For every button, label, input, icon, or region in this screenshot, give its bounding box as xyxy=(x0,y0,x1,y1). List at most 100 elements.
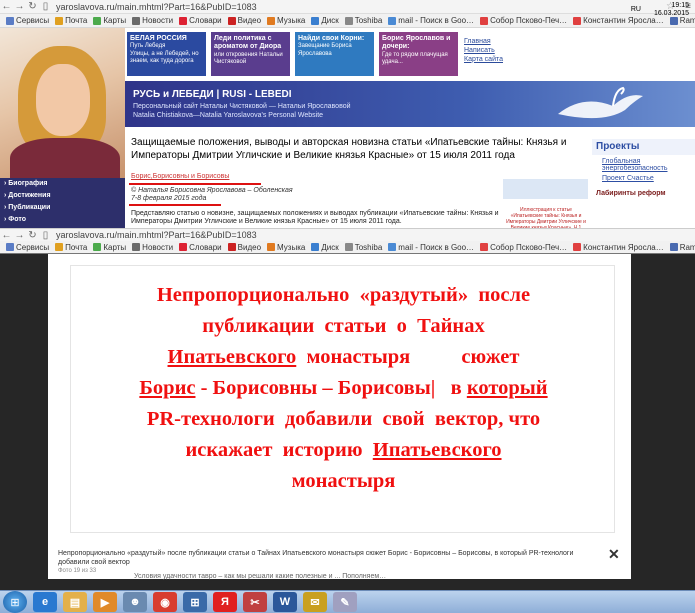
chrome-icon[interactable]: ◉ xyxy=(153,592,177,612)
tool-icon[interactable]: ✂ xyxy=(243,592,267,612)
reload-icon[interactable]: ↻ xyxy=(26,1,39,12)
image-text-segment: монастыря xyxy=(291,470,396,492)
bookmark-item[interactable]: Toshiba xyxy=(344,243,382,252)
bookmark-item[interactable]: Rambler.ru xyxy=(669,242,695,252)
left-nav-item[interactable]: › Фото xyxy=(0,214,125,226)
page-icon: ▯ xyxy=(42,1,49,12)
bookmark-item[interactable]: Собор Псково-Печ… xyxy=(480,243,567,252)
bookmark-item[interactable]: Новости xyxy=(132,243,173,252)
close-icon[interactable]: ✕ xyxy=(608,546,620,563)
url-field[interactable]: yaroslavova.ru/main.mhtml?Part=16&PubID=… xyxy=(56,230,257,240)
image-text-line: монастыря xyxy=(71,466,616,497)
bookmark-label: Сервисы xyxy=(16,242,50,252)
bookmark-item[interactable]: Константин Яросла… xyxy=(573,243,664,252)
yandex-icon[interactable]: Я xyxy=(213,592,237,612)
bookmark-item[interactable]: mail - Поиск в Goo… xyxy=(388,16,474,25)
bookmark-item[interactable]: Константин Яросла… xyxy=(573,16,664,25)
bookmark-item[interactable]: Видео xyxy=(227,16,261,25)
article-date: 7-8 февраля 2015 года xyxy=(131,195,207,202)
left-nav-item[interactable]: › Биография xyxy=(0,178,125,190)
image-text-segment: Ипатьевского xyxy=(372,439,502,461)
bookmark-label: Словари xyxy=(189,242,222,252)
back-icon[interactable]: ← xyxy=(0,1,13,12)
top-links: Главная Написать Карта сайта xyxy=(464,38,503,64)
top-link[interactable]: Карта сайта xyxy=(464,56,503,65)
address-bar: ← → ↻ ▯ yaroslavova.ru/main.mhtml?Part=1… xyxy=(0,0,695,14)
promo-block[interactable]: Борис Ярославов и дочери: Где то рядом пл… xyxy=(379,32,458,76)
bookmark-label: Карты xyxy=(103,16,127,25)
article-paragraph: Представляю статью о новизне, защищаемых… xyxy=(131,210,499,226)
bookmark-item[interactable]: Диск xyxy=(311,243,339,252)
bookmark-item[interactable]: Карты xyxy=(93,16,126,25)
image-text-segment: Непропорционально «раздутый» после xyxy=(156,284,531,306)
bookmark-item[interactable]: Сервисы xyxy=(6,16,49,25)
project-link[interactable]: Глобальная энергобезопасность xyxy=(592,155,695,172)
bookmark-label: Словари xyxy=(189,16,222,25)
user-icon[interactable]: ☻ xyxy=(123,592,147,612)
top-link[interactable]: Написать xyxy=(464,47,503,56)
image-text-segment: искажает историю xyxy=(185,439,373,461)
bookmark-item[interactable]: Toshiba xyxy=(344,16,383,25)
top-link[interactable]: Главная xyxy=(464,38,503,47)
bookmark-item[interactable]: Словари xyxy=(179,16,222,25)
back-icon[interactable]: ← xyxy=(0,230,13,241)
left-nav-item[interactable]: › Публикации xyxy=(0,202,125,214)
mail-icon[interactable]: ✉ xyxy=(303,592,327,612)
site-header: РУСЬ и ЛЕБЕДИ | RUSI - LEBEDI Персональн… xyxy=(125,81,695,127)
bookmark-item[interactable]: Новости xyxy=(132,16,173,25)
bookmark-item[interactable]: Музыка xyxy=(267,16,305,25)
bookmark-favicon-icon xyxy=(669,243,678,251)
start-button[interactable]: ⊞ xyxy=(3,591,27,613)
promo-title: Леди политика с ароматом от Диора xyxy=(214,35,282,51)
bookmark-item[interactable]: Почта xyxy=(55,243,87,252)
illustration-thumbnail[interactable] xyxy=(503,179,588,199)
project-link[interactable]: Проект Счастье xyxy=(592,172,695,182)
reload-icon[interactable]: ↻ xyxy=(26,230,39,241)
bookmark-item[interactable]: Сервисы xyxy=(6,243,49,252)
bookmark-item[interactable]: Видео xyxy=(227,243,261,252)
word-icon[interactable]: W xyxy=(273,592,297,612)
bookmark-label: Почта xyxy=(65,16,88,25)
swan-logo-icon xyxy=(558,86,643,119)
left-nav-item[interactable]: › Достижения xyxy=(0,190,125,202)
background-text: Условия удачности тавро – как мы решали … xyxy=(134,573,387,580)
bookmark-item[interactable]: Музыка xyxy=(267,243,305,252)
image-text-line: искажает историю Ипатьевского xyxy=(71,435,616,466)
bookmark-label: Музыка xyxy=(277,242,306,252)
promo-title: БЕЛАЯ РОССИЯ xyxy=(130,35,187,42)
bookmark-item[interactable]: Диск xyxy=(311,16,339,25)
forward-icon[interactable]: → xyxy=(13,230,26,241)
bookmark-favicon-icon xyxy=(573,16,582,25)
promo-block[interactable]: БЕЛАЯ РОССИЯ Путь Лебедя Улицы, а не Лебед… xyxy=(127,32,206,76)
bookmark-item[interactable]: Почта xyxy=(55,16,87,25)
projects-heading: Проекты xyxy=(592,139,695,155)
image-text-line: Ипатьевского монастыря сюжет xyxy=(71,342,616,373)
promo-block[interactable]: Леди политика с ароматом от Диора или отк… xyxy=(211,32,290,76)
promo-text: Завещание Бориса Ярославова xyxy=(298,43,352,57)
system-clock[interactable]: 19:15 16.03.2015 xyxy=(654,2,689,19)
article-tag-link[interactable]: Борис,Борисовны и Борисовы xyxy=(131,173,229,180)
bookmark-item[interactable]: Собор Псково-Печ… xyxy=(480,16,567,25)
bookmark-favicon-icon xyxy=(227,243,236,251)
paint-icon[interactable]: ✎ xyxy=(333,592,357,612)
language-indicator[interactable]: RU xyxy=(631,6,641,13)
forward-icon[interactable]: → xyxy=(13,1,26,12)
network-icon[interactable]: ⊞ xyxy=(183,592,207,612)
promo-block[interactable]: Найди свои Корни: Завещание Бориса Яросла… xyxy=(295,32,374,76)
bookmark-item[interactable]: Словари xyxy=(179,243,222,252)
ie-icon[interactable]: e xyxy=(33,592,57,612)
clock-time: 19:15 xyxy=(671,2,689,9)
bookmark-item[interactable]: mail - Поиск в Goo… xyxy=(388,243,474,252)
url-field[interactable]: yaroslavova.ru/main.mhtml?Part=16&PubID=… xyxy=(56,2,257,12)
left-navigation: › Биография › Достижения › Публикации › Фот… xyxy=(0,178,125,228)
image-text-segment: который xyxy=(466,377,548,399)
bookmark-label: Toshiba xyxy=(354,16,383,25)
bookmark-label: Rambler.ru xyxy=(679,242,695,252)
promo-text: Где то рядом плачущая удача... xyxy=(382,51,448,65)
folder-icon[interactable]: ▤ xyxy=(63,592,87,612)
bookmark-favicon-icon xyxy=(93,16,102,25)
bookmark-favicon-icon xyxy=(267,16,276,25)
bookmark-item[interactable]: Карты xyxy=(93,243,126,252)
media-icon[interactable]: ▶ xyxy=(93,592,117,612)
image-text-line: Борис - Борисовны – Борисовы| в который xyxy=(71,373,616,404)
